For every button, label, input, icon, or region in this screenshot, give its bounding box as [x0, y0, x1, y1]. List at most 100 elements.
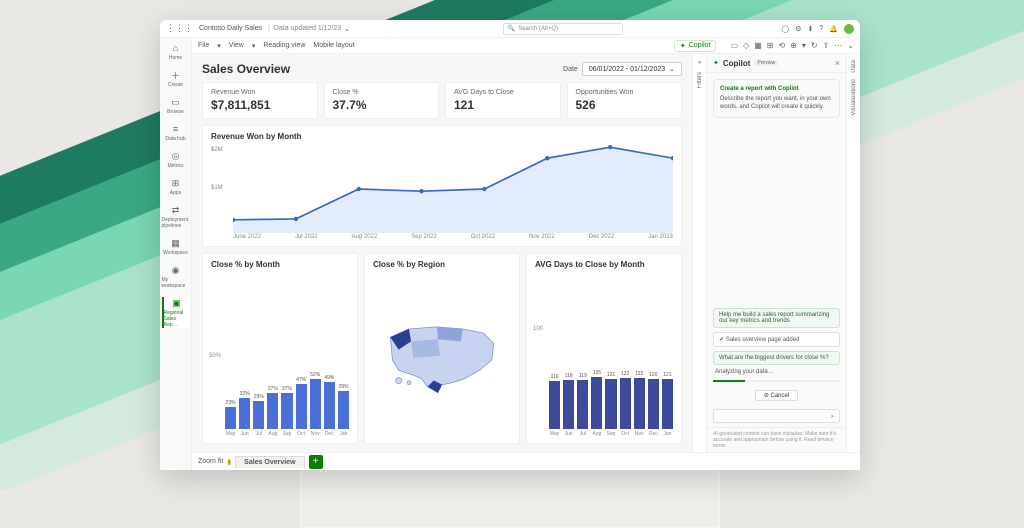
myws-icon: ◉	[170, 264, 182, 276]
cancel-button[interactable]: ⊘ Cancel	[755, 390, 798, 401]
share-icon[interactable]: ⇪	[823, 41, 830, 50]
close-pane-icon[interactable]: ×	[835, 58, 840, 68]
filters-rail: » Filters	[692, 54, 706, 452]
copilot-user-message: Help me build a sales report summarizing…	[713, 308, 840, 328]
collapse-icon[interactable]: »	[698, 60, 701, 66]
bar-column: 120	[648, 372, 659, 429]
copilot-chat-log: Help me build a sales report summarizing…	[707, 124, 846, 405]
bar-column: 122	[634, 371, 645, 429]
browse-icon: ▭	[170, 96, 182, 108]
ribbon-tab-mobile[interactable]: Mobile layout	[313, 42, 354, 49]
trial-icon[interactable]: ◯	[781, 25, 789, 33]
user-avatar[interactable]	[844, 24, 854, 34]
copilot-user-message: What are the biggest drivers for close %…	[713, 351, 840, 365]
transform-icon[interactable]: ⟲	[778, 41, 785, 50]
copilot-system-message: ✔ Sales overview page added	[713, 332, 840, 347]
download-icon[interactable]: ⬇	[808, 25, 814, 33]
bar-column: 122	[620, 371, 631, 429]
image-icon[interactable]: ▦	[754, 41, 762, 50]
bar-column: 49%	[324, 375, 335, 429]
chart-thumb-icon[interactable]: ▮	[227, 458, 231, 466]
refresh-icon[interactable]: ↻	[811, 41, 818, 50]
help-icon[interactable]: ?	[819, 25, 823, 33]
bar-column: 32%	[239, 391, 250, 429]
copilot-pane: ✦ Copilot Preview × Create a report with…	[706, 54, 846, 452]
kpi-card-2[interactable]: AVG Days to Close 121	[445, 82, 561, 119]
app-window: ⋮⋮⋮ Contoso Daily Sales | Data updated 1…	[160, 20, 860, 470]
workspace-icon: ▦	[170, 237, 182, 249]
nav-item-create[interactable]: ＋Create	[162, 69, 190, 88]
copilot-status: Analyzing your data…	[713, 369, 840, 375]
left-nav-rail: ⌂Home ＋Create ▭Browse ≡Data hub ◎Metrics ⊞App…	[160, 38, 192, 470]
search-input[interactable]: 🔍 Search (Alt+Q)	[503, 23, 623, 35]
right-rail: Data Visualizations	[846, 54, 860, 452]
bar-column: 118	[563, 373, 574, 429]
visualizations-tab[interactable]: Visualizations	[851, 79, 857, 116]
kpi-value: 121	[454, 98, 552, 112]
search-icon: 🔍	[508, 25, 515, 32]
bar-column: 125	[591, 370, 602, 429]
shapes-icon[interactable]: ◇	[743, 41, 749, 50]
chart-close-pct-by-region[interactable]: Close % by Region	[364, 253, 520, 444]
apps-icon: ⊞	[170, 177, 182, 189]
chevron-down-icon[interactable]: ⌄	[344, 25, 350, 33]
regional-icon: ▣	[171, 297, 183, 309]
kpi-card-0[interactable]: Revenue Won$7,811,851	[202, 82, 318, 119]
ribbon-tab-reading[interactable]: Reading view	[263, 42, 305, 49]
drilldown-icon[interactable]: ▾	[802, 41, 806, 50]
page-tab-strip: Zoom fit ▮ Sales Overview +	[192, 452, 860, 470]
bar-column: 116	[549, 374, 560, 429]
more-icon[interactable]: ⋯	[834, 41, 842, 50]
settings-icon[interactable]: ⚙	[795, 25, 801, 33]
chevron-icon[interactable]: ⌄	[847, 41, 854, 50]
text-box-icon[interactable]: ▭	[730, 41, 738, 50]
waffle-icon[interactable]: ⋮⋮⋮	[166, 23, 193, 34]
copilot-input[interactable]: ➤	[713, 409, 840, 423]
bar-column: 39%	[338, 384, 349, 429]
bar-column: 119	[577, 373, 588, 429]
kpi-row: Revenue Won$7,811,851Close %37.7%AVG Day…	[202, 82, 682, 119]
chevron-down-icon: ⌄	[669, 65, 675, 73]
notifications-icon[interactable]: 🔔	[829, 25, 838, 33]
chart-revenue-by-month[interactable]: Revenue Won by Month $2M $1M June 2022Ju…	[202, 125, 682, 247]
kpi-label: Revenue Won	[211, 89, 309, 96]
sparkle-icon: ✦	[680, 42, 686, 50]
add-page-button[interactable]: +	[309, 455, 323, 469]
title-bar: ⋮⋮⋮ Contoso Daily Sales | Data updated 1…	[160, 20, 860, 38]
nav-item-datahub[interactable]: ≡Data hub	[162, 123, 190, 142]
chart-avg-days-by-month[interactable]: AVG Days to Close by Month 100 116118119…	[526, 253, 682, 444]
send-icon[interactable]: ➤	[830, 413, 835, 420]
ribbon-tab-view[interactable]: View	[229, 42, 244, 49]
data-tab[interactable]: Data	[851, 60, 857, 73]
nav-item-metrics[interactable]: ◎Metrics	[162, 150, 190, 169]
copilot-button[interactable]: ✦ Copilot	[674, 40, 717, 52]
bar-column: 121	[662, 372, 673, 429]
new-visual-icon[interactable]: ⊕	[790, 41, 797, 50]
copilot-disclaimer: AI-generated content can have mistakes. …	[707, 427, 846, 452]
chart-close-pct-by-month[interactable]: Close % by Month 50% 23%32%29%37%37%47%5…	[202, 253, 358, 444]
document-name: Contoso Daily Sales	[199, 25, 262, 32]
date-range-picker[interactable]: 06/01/2022 - 01/12/2023 ⌄	[582, 62, 682, 76]
zoom-label[interactable]: Zoom fit	[198, 458, 223, 465]
kpi-card-1[interactable]: Close %37.7%	[324, 82, 440, 119]
kpi-card-3[interactable]: Opportunities Won526	[567, 82, 683, 119]
nav-item-home[interactable]: ⌂Home	[162, 42, 190, 61]
nav-item-regional[interactable]: ▣Regional Sales Rep…	[162, 297, 190, 328]
table-icon[interactable]: ⊞	[767, 41, 774, 50]
nav-item-browse[interactable]: ▭Browse	[162, 96, 190, 115]
metrics-icon: ◎	[170, 150, 182, 162]
nav-item-myws[interactable]: ◉My workspace	[162, 264, 190, 289]
ribbon-tab-file[interactable]: File	[198, 42, 209, 49]
kpi-label: AVG Days to Close	[454, 89, 552, 96]
pipelines-icon: ⇄	[170, 204, 182, 216]
page-tab-sales-overview[interactable]: Sales Overview	[235, 456, 304, 468]
device-stand	[300, 468, 720, 528]
nav-item-pipelines[interactable]: ⇄Deployment pipelines	[162, 204, 190, 229]
bar-column: 47%	[296, 377, 307, 429]
bar-column: 29%	[253, 394, 264, 429]
copilot-logo-icon: ✦	[713, 59, 719, 67]
home-icon: ⌂	[170, 42, 182, 54]
nav-item-apps[interactable]: ⊞Apps	[162, 177, 190, 196]
filters-tab[interactable]: Filters	[697, 72, 703, 88]
nav-item-workspace[interactable]: ▦Workspace	[162, 237, 190, 256]
